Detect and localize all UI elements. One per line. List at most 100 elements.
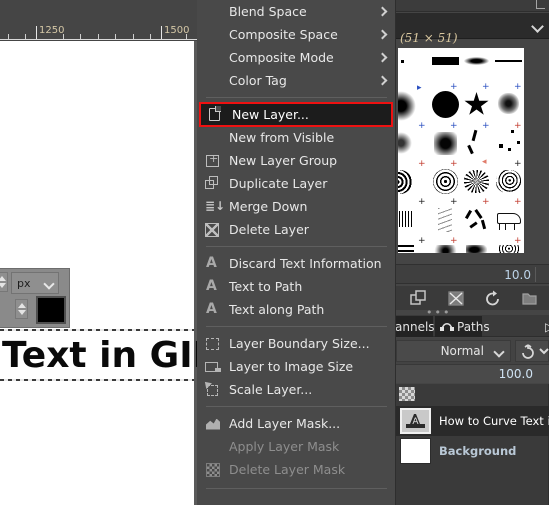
menu-item-label: Duplicate Layer — [229, 176, 328, 191]
menu-item-duplicate-layer[interactable]: Duplicate Layer — [197, 172, 395, 195]
layer-mask-icon — [204, 416, 223, 432]
brush-item[interactable] — [398, 205, 430, 239]
stepper-up-icon[interactable] — [0, 276, 6, 281]
text-unit-select[interactable]: px — [11, 272, 59, 294]
menu-item-color-tag[interactable]: Color Tag — [197, 69, 395, 92]
menu-item-new-layer[interactable]: New Layer... — [199, 102, 393, 127]
no-icon — [204, 73, 223, 89]
canvas-text-layer[interactable]: Text in GIM — [2, 336, 197, 376]
brush-item[interactable] — [430, 48, 462, 82]
dock-top-strip — [396, 0, 549, 12]
menu-item-merge-down[interactable]: ≣↓ Merge Down — [197, 195, 395, 218]
tab-label: Paths — [457, 319, 490, 334]
menu-item-new-from-visible[interactable]: New from Visible — [197, 126, 395, 149]
dock-tab-bar[interactable]: annels Paths ▷ — [396, 315, 549, 337]
ruler-tick — [63, 34, 64, 39]
duplicate-brush-icon[interactable] — [410, 290, 428, 307]
brush-item[interactable] — [493, 205, 525, 239]
brush-mask-icon[interactable] — [447, 290, 465, 307]
layer-opacity-row[interactable]: 100.0 — [396, 364, 549, 383]
chevron-right-icon — [377, 75, 388, 85]
brush-item[interactable] — [430, 128, 462, 162]
menu-separator — [206, 406, 387, 407]
layer-row-text[interactable]: A How to Curve Text in GI — [396, 406, 549, 436]
menu-item-layer-to-image-size[interactable]: Layer to Image Size — [197, 355, 395, 378]
menu-item-composite-space[interactable]: Composite Space — [197, 23, 395, 46]
baseline-stepper[interactable] — [15, 299, 28, 319]
layer-mode-value: Normal — [440, 344, 484, 358]
ruler-tick — [80, 34, 81, 39]
text-tool-onscreen-options[interactable]: px — [0, 268, 70, 328]
brush-item[interactable] — [493, 89, 525, 123]
tab-channels[interactable]: annels — [396, 316, 435, 337]
tab-overflow[interactable]: ▷ — [540, 316, 549, 337]
brush-grid[interactable]: ▸ + + + + + + + + + ◂ + + + + + + + + — [398, 48, 524, 253]
menu-item-label: Delete Layer Mask — [229, 462, 346, 477]
brush-item[interactable] — [398, 243, 430, 253]
text-color-swatch[interactable] — [36, 296, 66, 324]
brush-item[interactable] — [493, 243, 525, 253]
no-icon — [204, 4, 223, 20]
ruler-tick — [25, 34, 26, 39]
brush-toolbar[interactable] — [396, 286, 549, 310]
tab-paths[interactable]: Paths — [435, 316, 490, 337]
horizontal-ruler[interactable]: 1250 1500 — [0, 25, 197, 40]
brush-item[interactable] — [493, 166, 525, 200]
brush-item[interactable] — [430, 243, 462, 253]
menu-item-add-layer-mask[interactable]: Add Layer Mask... — [197, 412, 395, 435]
menu-item-delete-layer[interactable]: Delete Layer — [197, 218, 395, 241]
lock-alpha-button[interactable] — [515, 340, 549, 362]
layer-mode-select[interactable]: Normal — [396, 340, 511, 362]
brush-item[interactable] — [398, 128, 430, 162]
menu-item-scale-layer[interactable]: Scale Layer... — [197, 378, 395, 401]
ruler-tick-major — [161, 26, 162, 39]
layer-group-icon — [204, 153, 223, 169]
brush-item[interactable] — [430, 166, 462, 200]
menu-item-label: Layer Boundary Size... — [229, 336, 370, 351]
layer-row-background[interactable]: Background — [396, 436, 549, 466]
layer-context-menu[interactable]: Blend Space Composite Space Composite Mo… — [197, 0, 396, 505]
layers-list[interactable]: A How to Curve Text in GI Background — [396, 384, 549, 505]
menu-item-new-layer-group[interactable]: New Layer Group — [197, 149, 395, 172]
gimp-window: 1250 1500 Text in GIM px — [0, 0, 549, 505]
layer-mode-row: Normal — [396, 338, 549, 364]
stepper-up-icon[interactable] — [17, 303, 26, 308]
menu-item-blend-space[interactable]: Blend Space — [197, 0, 395, 23]
refresh-brushes-icon[interactable] — [484, 290, 502, 307]
menu-item-label: Apply Layer Mask — [229, 439, 340, 454]
brush-item[interactable] — [430, 89, 462, 123]
brush-item[interactable] — [398, 89, 430, 123]
menu-item-layer-boundary-size[interactable]: Layer Boundary Size... — [197, 332, 395, 355]
chevron-down-icon[interactable] — [531, 20, 544, 33]
menu-separator — [206, 97, 387, 98]
text-selection-border-bottom — [0, 379, 194, 381]
menu-item-discard-text-information[interactable]: A Discard Text Information — [197, 252, 395, 275]
menu-item-text-along-path[interactable]: A Text along Path — [197, 298, 395, 321]
duplicate-icon — [204, 175, 223, 192]
menu-item-text-to-path[interactable]: A Text to Path — [197, 275, 395, 298]
brush-spacing-row[interactable]: 10.0 — [396, 264, 549, 284]
brush-item[interactable] — [461, 48, 493, 82]
resize-corner-icon[interactable] — [536, 0, 545, 9]
transparency-indicator-icon — [399, 387, 415, 401]
white-thumb — [400, 438, 431, 464]
menu-separator — [206, 326, 387, 327]
brush-item[interactable] — [430, 205, 462, 239]
brush-item[interactable] — [398, 48, 430, 82]
font-size-stepper[interactable] — [0, 272, 8, 292]
stepper-down-icon[interactable] — [17, 310, 26, 315]
stepper-down-icon[interactable] — [0, 283, 6, 288]
brush-item[interactable] — [461, 128, 493, 162]
brush-item[interactable] — [461, 89, 493, 123]
brush-item[interactable] — [398, 166, 430, 200]
brush-size-label: (51 × 51) — [400, 31, 458, 45]
brush-item[interactable] — [493, 128, 525, 162]
menu-item-composite-mode[interactable]: Composite Mode — [197, 46, 395, 69]
brush-item[interactable] — [461, 205, 493, 239]
brush-item[interactable] — [461, 243, 493, 253]
menu-item-label: Merge Down — [229, 199, 308, 214]
brush-item[interactable] — [493, 48, 525, 82]
open-brush-icon[interactable] — [521, 290, 539, 307]
brush-item[interactable] — [461, 166, 493, 200]
spacing-stepper[interactable] — [535, 267, 547, 282]
